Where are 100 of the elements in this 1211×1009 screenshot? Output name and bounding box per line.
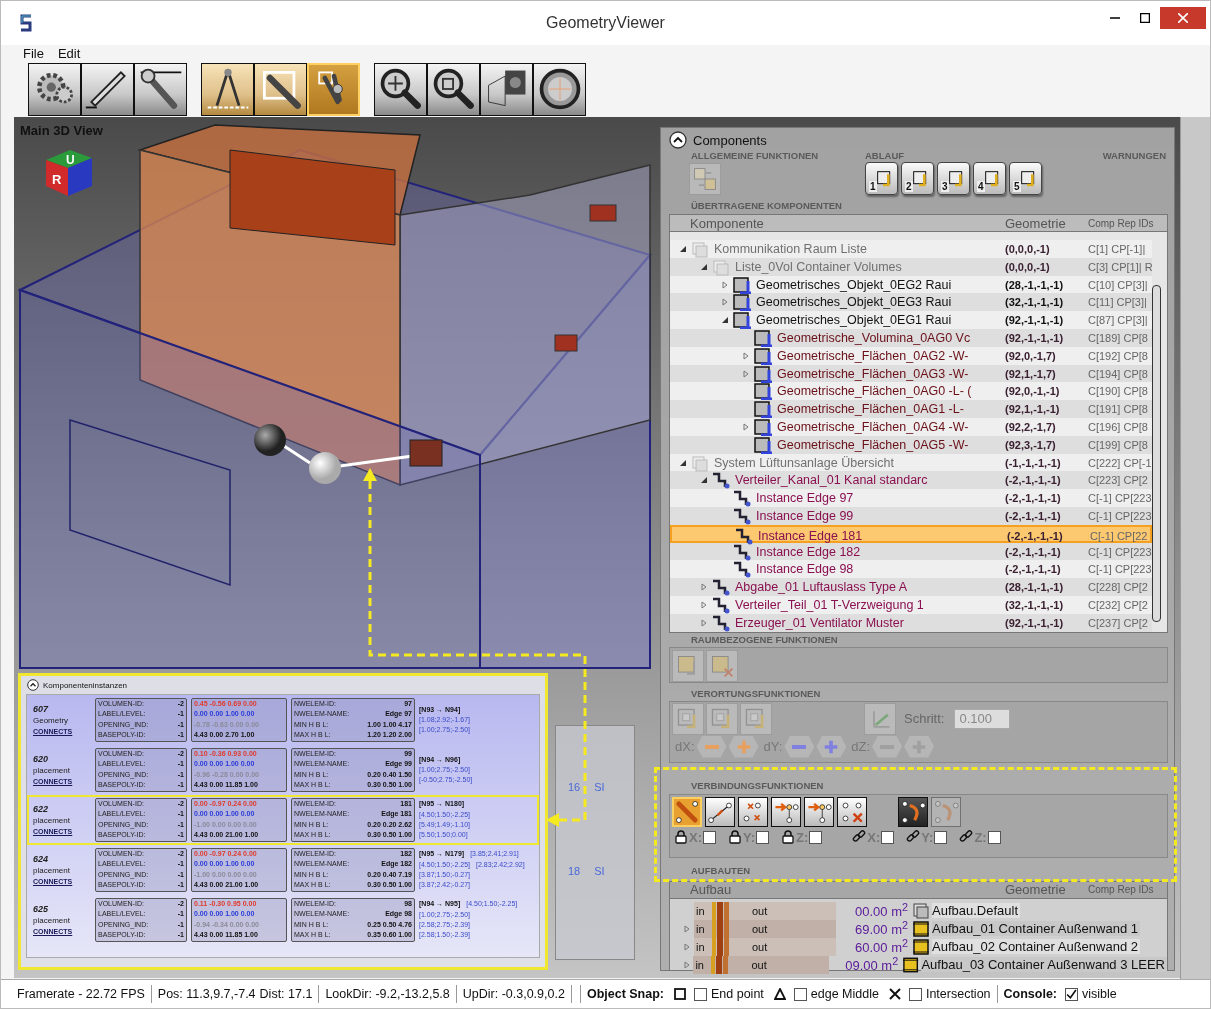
- snap-checkbox[interactable]: [793, 987, 807, 1001]
- component-icon: [732, 542, 752, 561]
- expanded-icon[interactable]: [700, 262, 708, 271]
- toolbar-button[interactable]: [201, 62, 254, 116]
- connection-tool-button[interactable]: [804, 796, 834, 827]
- collapsed-icon[interactable]: [742, 422, 750, 431]
- collapse-icon[interactable]: [27, 679, 39, 691]
- step-button[interactable]: 3: [937, 162, 970, 195]
- snap-checkbox[interactable]: [694, 987, 707, 1001]
- tree-row[interactable]: Verteiler_Kanal_01 Kanal standarc (-2,-1,-1,-1) C[223] CP[2: [670, 471, 1152, 490]
- toolbar-button[interactable]: [374, 62, 427, 116]
- step-button[interactable]: 2: [901, 162, 934, 195]
- connection-tool-button[interactable]: [898, 796, 928, 827]
- side-label: in: [695, 922, 706, 935]
- expanded-icon[interactable]: [679, 458, 687, 467]
- axis-checkbox[interactable]: [881, 830, 895, 844]
- area-value: 69.00 m$^{2}$: [854, 919, 909, 938]
- rep-ids: C[194] CP[8: [1088, 367, 1149, 380]
- axis-checkbox[interactable]: [987, 830, 1001, 844]
- collapsed-icon[interactable]: [700, 583, 708, 592]
- collapsed-icon[interactable]: [721, 280, 729, 289]
- collapsed-icon[interactable]: [682, 960, 691, 969]
- geometry-value: (92,-1,-1,-1): [1005, 314, 1065, 327]
- step-button[interactable]: 4: [973, 162, 1006, 195]
- folder-icon: [711, 257, 731, 276]
- collapse-icon[interactable]: [669, 131, 687, 149]
- instance-id: 624: [33, 853, 50, 865]
- console-checkbox[interactable]: [1065, 987, 1079, 1001]
- rep-ids: C[-1] CP[223: [1088, 563, 1152, 576]
- toolbar-button[interactable]: [81, 62, 134, 116]
- tree-row[interactable]: Geometrisches_Objekt_0EG1 Raui (92,-1,-1,-1) C[87] CP[3]|: [670, 311, 1152, 329]
- toolbar-button[interactable]: [427, 62, 480, 116]
- component-name: Instance Edge 182: [756, 544, 861, 559]
- scrollbar[interactable]: [1152, 285, 1161, 622]
- instance-row[interactable]: [27, 795, 539, 845]
- toolbar-button[interactable]: [134, 62, 187, 116]
- component-name: System Lüftunsanlage Übersicht: [714, 455, 894, 470]
- axis-checkbox[interactable]: [703, 830, 716, 844]
- expanded-icon[interactable]: [700, 476, 708, 485]
- expanded-icon[interactable]: [679, 245, 687, 253]
- collapsed-icon[interactable]: [683, 924, 691, 933]
- area-value: 60.00 m$^{2}$: [854, 937, 909, 956]
- collapsed-icon[interactable]: [700, 600, 708, 609]
- component-name: Instance Edge 181: [758, 528, 863, 543]
- section-label: ABLAUF: [865, 149, 906, 162]
- geometry-value: (92,2,-1,7): [1005, 420, 1057, 433]
- viewport[interactable]: [14, 117, 1180, 978]
- structure-name: Aufbau_01 Container Außenwand 1: [932, 921, 1140, 937]
- tree-row[interactable]: Geometrische_Flächen_0AG1 -L- (92,1,-1,-1) C[191] CP[8: [670, 400, 1152, 418]
- tree-row[interactable]: Instance Edge 98 (-2,-1,-1,-1) C[-1] CP[223: [670, 560, 1152, 579]
- connection-tool-button[interactable]: [738, 796, 768, 827]
- step-button[interactable]: 1: [865, 162, 898, 195]
- geometry-value: (32,-1,-1,-1): [1005, 598, 1065, 611]
- tree-row[interactable]: Abgabe_01 Luftauslass Type A (28,-1,-1,-1) C[228] CP[2: [670, 578, 1152, 596]
- tree-row[interactable]: Geometrisches_Objekt_0EG3 Raui (32,-1,-1,-1) C[11] CP[3]|: [670, 293, 1152, 312]
- instance-type: placement: [33, 864, 71, 876]
- side-label: out: [751, 940, 769, 953]
- panel-title: Components: [693, 132, 767, 148]
- tree-row[interactable]: Kommunikation Raum Liste (0,0,0,-1) C[1] CP[-1]|: [670, 240, 1152, 258]
- toolbar-button[interactable]: [254, 62, 307, 116]
- menu-item[interactable]: Edit: [57, 45, 81, 61]
- section-label: WARNUNGEN: [1101, 149, 1167, 162]
- toolbar-button[interactable]: [480, 62, 533, 116]
- side-label: in: [694, 958, 705, 971]
- axis-checkbox[interactable]: [809, 830, 823, 844]
- snap-label: edge Middle: [810, 987, 879, 1001]
- toolbar-button[interactable]: [533, 62, 586, 116]
- column-header[interactable]: Geometrie: [1005, 215, 1088, 231]
- tree-row[interactable]: Geometrische_Flächen_0AG0 -L- ( (92,0,-1,-1) C[190] CP[8: [670, 382, 1152, 401]
- snap-checkbox[interactable]: [908, 987, 922, 1001]
- link-icon: [959, 830, 974, 845]
- column-header[interactable]: Comp Rep IDs: [1088, 217, 1167, 229]
- lock-icon: [674, 830, 688, 845]
- expanded-icon[interactable]: [721, 316, 729, 325]
- building-model-drawing[interactable]: [17, 124, 652, 669]
- collapsed-icon[interactable]: [721, 298, 729, 307]
- axis-checkbox[interactable]: [934, 830, 948, 844]
- component-name: Geometrische_Flächen_0AG4 -W-: [777, 419, 969, 434]
- collapsed-icon[interactable]: [683, 942, 691, 951]
- close-icon: [1178, 13, 1188, 23]
- connection-tool-button[interactable]: [771, 796, 801, 827]
- wall-icon: [902, 955, 920, 974]
- column-header[interactable]: Komponente: [670, 215, 1005, 231]
- status-text: Framerate - 22.72 FPS: [17, 987, 145, 1001]
- connection-tool-button[interactable]: [837, 796, 867, 827]
- connection-tool-button[interactable]: [705, 796, 735, 827]
- collapsed-icon[interactable]: [742, 351, 750, 360]
- tree-row[interactable]: Instance Edge 97 (-2,-1,-1,-1) C[-1] CP[223: [670, 489, 1152, 507]
- component-icon: [753, 382, 773, 401]
- component-name: Geometrische_Flächen_0AG0 -L- (: [777, 384, 972, 399]
- collapsed-icon[interactable]: [700, 618, 708, 627]
- maximize-icon: [1140, 13, 1150, 23]
- step-button[interactable]: 5: [1009, 162, 1042, 195]
- collapsed-icon[interactable]: [742, 369, 750, 378]
- toolbar-button[interactable]: [28, 62, 81, 116]
- component-name: Verteiler_Kanal_01 Kanal standarc: [735, 473, 928, 488]
- menu-item[interactable]: File: [23, 45, 44, 61]
- status-text: Pos: 11.3,9.7,-7.4: [157, 987, 256, 1001]
- axis-checkbox[interactable]: [756, 830, 770, 844]
- view-cube[interactable]: U R: [40, 146, 96, 198]
